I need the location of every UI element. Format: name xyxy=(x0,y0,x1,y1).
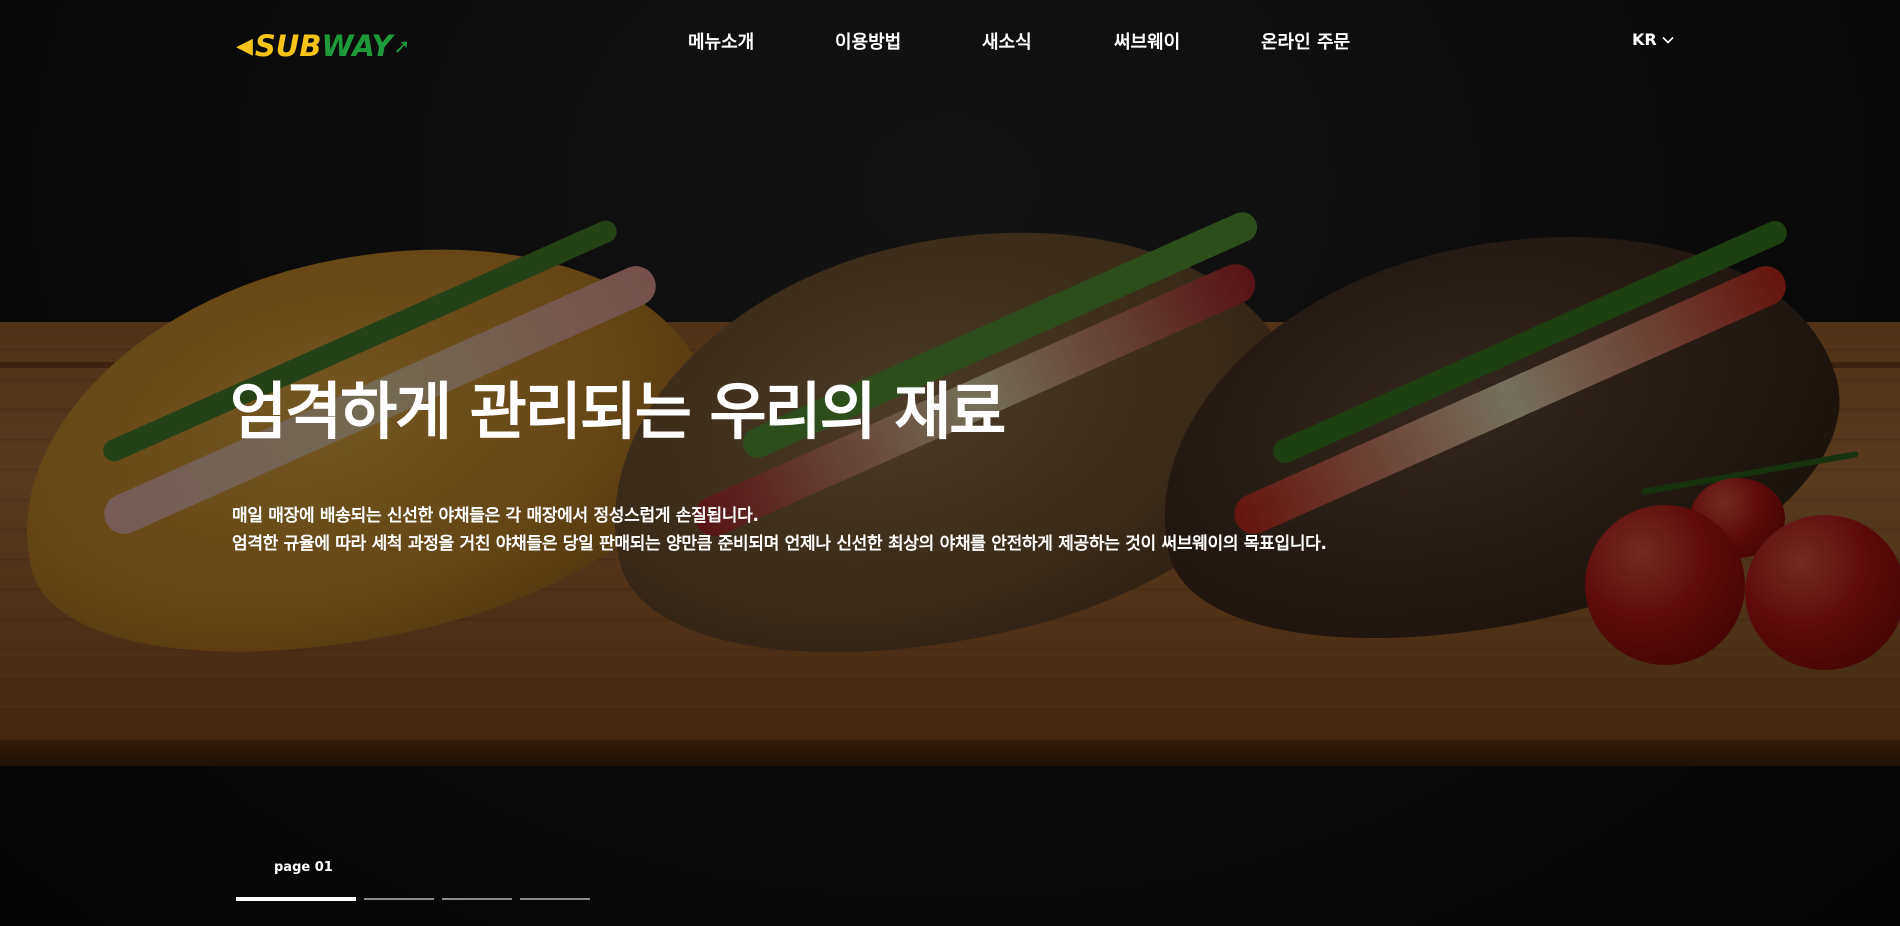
nav-item-menu[interactable]: 메뉴소개 xyxy=(688,28,754,54)
language-selector[interactable]: KR xyxy=(1632,30,1674,49)
logo-arrow-right-icon: ➚ xyxy=(393,34,411,58)
nav-item-how-to-use[interactable]: 이용방법 xyxy=(835,28,901,54)
hero-description: 매일 매장에 배송되는 신선한 야채들은 각 매장에서 정성스럽게 손질됩니다.… xyxy=(232,502,1327,558)
pagination-bar-2[interactable] xyxy=(364,898,434,900)
logo-way-text: WAY xyxy=(321,29,393,63)
subway-logo[interactable]: ◀ SUB WAY ➚ xyxy=(236,28,410,64)
language-label: KR xyxy=(1632,30,1657,49)
logo-arrow-left-icon: ◀ xyxy=(236,33,253,59)
hero-description-line: 매일 매장에 배송되는 신선한 야채들은 각 매장에서 정성스럽게 손질됩니다. xyxy=(232,506,759,526)
nav-item-news[interactable]: 새소식 xyxy=(982,28,1032,54)
pagination-bar-1[interactable] xyxy=(236,897,356,901)
hero-background xyxy=(0,0,1900,926)
chevron-down-icon xyxy=(1662,36,1674,44)
nav-item-subway[interactable]: 써브웨이 xyxy=(1114,28,1180,54)
dark-overlay xyxy=(0,0,1900,926)
logo-sub-text: SUB xyxy=(254,29,322,63)
pagination-bar-4[interactable] xyxy=(520,898,590,900)
hero-headline: 엄격하게 관리되는 우리의 재료 xyxy=(230,375,1006,448)
slider-page-label: page 01 xyxy=(274,860,333,875)
nav-item-online-order[interactable]: 온라인 주문 xyxy=(1261,28,1350,54)
pagination-bar-3[interactable] xyxy=(442,898,512,900)
site-header: ◀ SUB WAY ➚ 메뉴소개 이용방법 새소식 써브웨이 온라인 주문 KR xyxy=(0,0,1900,85)
hero-description-line: 엄격한 규율에 따라 세척 과정을 거친 야채들은 당일 판매되는 양만큼 준비… xyxy=(232,534,1327,554)
